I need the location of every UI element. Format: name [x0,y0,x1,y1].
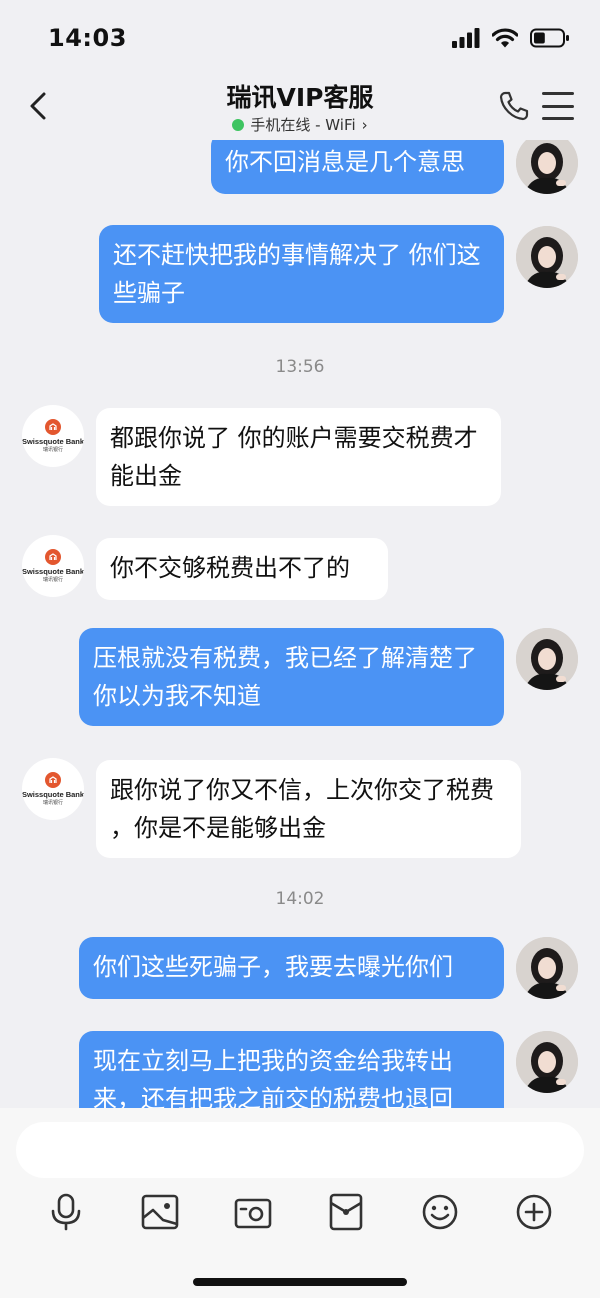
image-icon [141,1194,179,1230]
home-indicator[interactable] [193,1278,407,1286]
user-photo-icon [516,226,578,288]
bank-logo-name: Swissquote Bank [22,437,84,446]
more-menu-button[interactable] [542,92,574,120]
message-bubble-sent[interactable]: 你不回消息是几个意思 [211,140,504,194]
message-bubble-sent[interactable]: 你们这些死骗子，我要去曝光你们 [79,937,504,999]
contact-avatar[interactable]: Swissquote Bank 瑞讯银行 [22,758,84,820]
my-avatar[interactable] [516,1031,578,1093]
camera-icon [234,1198,272,1229]
composer-toolbar [0,1192,600,1232]
image-button[interactable] [140,1192,180,1232]
wifi-icon [492,28,518,48]
my-avatar[interactable] [516,937,578,999]
emoji-button[interactable] [420,1192,460,1232]
my-avatar[interactable] [516,140,578,194]
emoji-icon [422,1194,458,1230]
phone-icon [499,91,529,121]
red-packet-icon [329,1193,363,1231]
message-bubble-received[interactable]: 跟你说了你又不信，上次你交了税费 ，你是不是能够出金 [96,760,521,858]
more-button[interactable] [514,1192,554,1232]
user-photo-icon [516,937,578,999]
status-bar: 14:03 [0,0,600,76]
message-bubble-received[interactable]: 都跟你说了 你的账户需要交税费才能出金 [96,408,501,506]
contact-avatar[interactable]: Swissquote Bank 瑞讯银行 [22,405,84,467]
red-packet-button[interactable] [326,1192,366,1232]
bank-logo-icon [45,549,61,565]
menu-line [542,117,574,120]
bank-logo-icon [45,772,61,788]
bank-logo-name: Swissquote Bank [22,567,84,576]
contact-avatar[interactable]: Swissquote Bank 瑞讯银行 [22,535,84,597]
bank-logo-subtitle: 瑞讯银行 [42,447,63,453]
message-timestamp: 14:02 [275,889,325,909]
bank-logo-subtitle: 瑞讯银行 [42,800,63,806]
my-avatar[interactable] [516,628,578,690]
plus-icon [516,1194,552,1230]
message-bubble-sent[interactable]: 现在立刻马上把我的资金给我转出来，还有把我之前交的税费也退回 [79,1031,504,1108]
voice-button[interactable] [46,1192,86,1232]
message-bubble-received[interactable]: 你不交够税费出不了的 [96,538,388,600]
user-photo-icon [516,628,578,690]
menu-line [542,92,574,95]
call-button[interactable] [498,90,530,122]
battery-icon [530,28,569,48]
status-icons [452,26,570,50]
microphone-icon [51,1193,81,1231]
message-list[interactable]: 你不回消息是几个意思 还不赶快把我的事情解决了 你们这些骗子 13:56 Swi… [0,140,600,1108]
camera-button[interactable] [233,1192,273,1232]
menu-line [542,104,574,108]
message-input[interactable] [16,1122,584,1178]
chevron-right-icon: › [361,115,368,134]
composer [0,1108,600,1298]
bank-logo-subtitle: 瑞讯银行 [42,577,63,583]
bank-logo-name: Swissquote Bank [22,790,84,799]
bank-logo-icon [45,419,61,435]
signal-icon [452,28,480,48]
message-bubble-sent[interactable]: 压根就没有税费，我已经了解清楚了你以为我不知道 [79,628,504,726]
user-photo-icon [516,140,578,194]
user-photo-icon [516,1031,578,1093]
message-timestamp: 13:56 [275,357,325,377]
message-bubble-sent[interactable]: 还不赶快把我的事情解决了 你们这些骗子 [99,225,504,323]
my-avatar[interactable] [516,226,578,288]
chat-header: 瑞讯VIP客服 手机在线 - WiFi › [0,76,600,140]
contact-status-text: 手机在线 - WiFi [250,116,356,134]
online-indicator [232,118,245,131]
status-time: 14:03 [48,24,127,52]
